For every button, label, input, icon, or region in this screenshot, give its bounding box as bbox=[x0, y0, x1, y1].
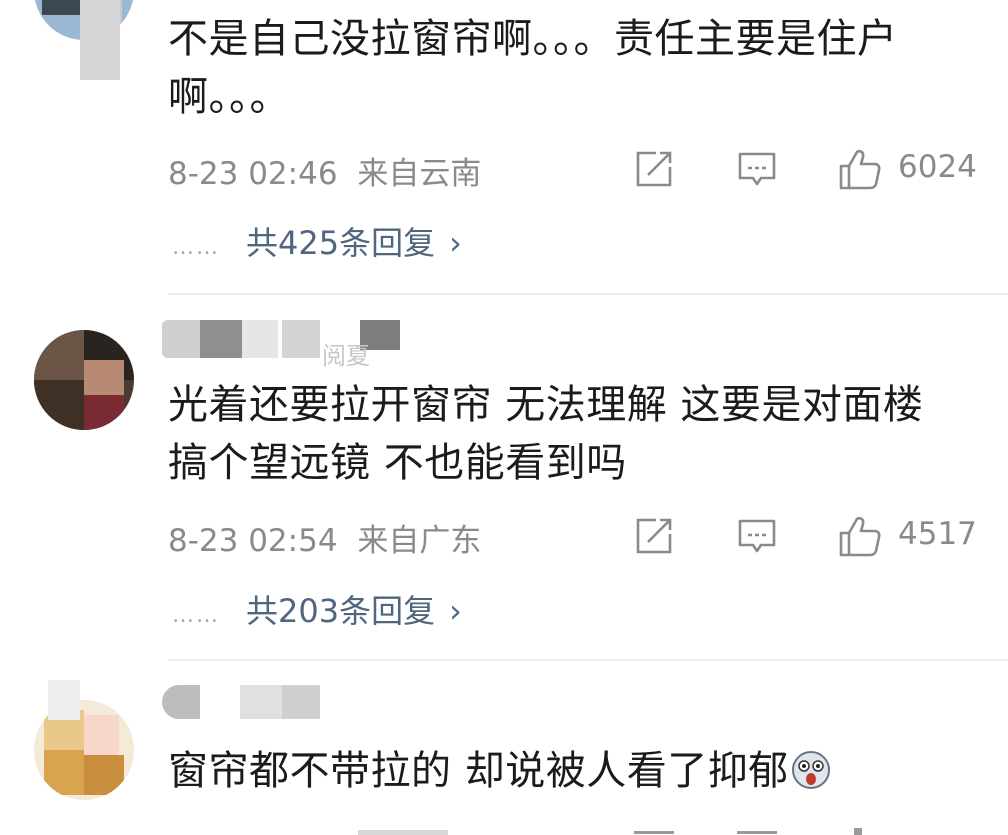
avatar[interactable] bbox=[34, 330, 134, 430]
comment-icon[interactable] bbox=[737, 149, 777, 189]
username-partial: 阅夏 bbox=[322, 342, 370, 370]
username-blurred[interactable] bbox=[162, 685, 322, 725]
next-comment-meta-cutoff bbox=[168, 826, 468, 835]
avatar-mosaic bbox=[48, 680, 80, 720]
share-icon[interactable] bbox=[634, 149, 674, 189]
view-replies-link[interactable]: …… 共203条回复 › bbox=[172, 586, 462, 632]
comment-icon[interactable] bbox=[737, 516, 777, 556]
username-blurred[interactable]: 阅夏 bbox=[162, 320, 402, 370]
divider bbox=[168, 293, 1008, 295]
avatar-mosaic bbox=[80, 0, 120, 80]
comment-item: 不是自己没拉窗帘啊。。。责任主要是住户啊。。。 8-23 02:46 来自云南 … bbox=[0, 0, 1008, 295]
reply-count: 共425条回复 bbox=[246, 224, 436, 262]
scared-face-emoji bbox=[791, 751, 830, 789]
chevron-right-icon: › bbox=[449, 592, 462, 630]
comment-text: 光着还要拉开窗帘 无法理解 这要是对面楼搞个望远镜 不也能看到吗 bbox=[168, 382, 924, 486]
comment-actions: 4517 bbox=[0, 512, 1008, 558]
thumbs-up-icon[interactable] bbox=[838, 514, 882, 558]
comment-text: 窗帘都不带拉的 却说被人看了抑郁 bbox=[168, 742, 968, 800]
view-replies-link[interactable]: …… 共425条回复 › bbox=[172, 218, 462, 264]
chevron-right-icon: › bbox=[449, 224, 462, 262]
thumbs-up-icon[interactable] bbox=[838, 147, 882, 191]
like-count: 6024 bbox=[898, 149, 977, 185]
like-count: 4517 bbox=[898, 516, 977, 552]
share-icon[interactable] bbox=[634, 516, 674, 556]
reply-count: 共203条回复 bbox=[246, 592, 436, 630]
comment-text: 不是自己没拉窗帘啊。。。责任主要是住户啊。。。 bbox=[168, 16, 898, 120]
comment-actions: 6024 bbox=[0, 145, 1008, 191]
divider bbox=[168, 659, 1008, 661]
next-comment-actions-cutoff bbox=[634, 828, 974, 835]
